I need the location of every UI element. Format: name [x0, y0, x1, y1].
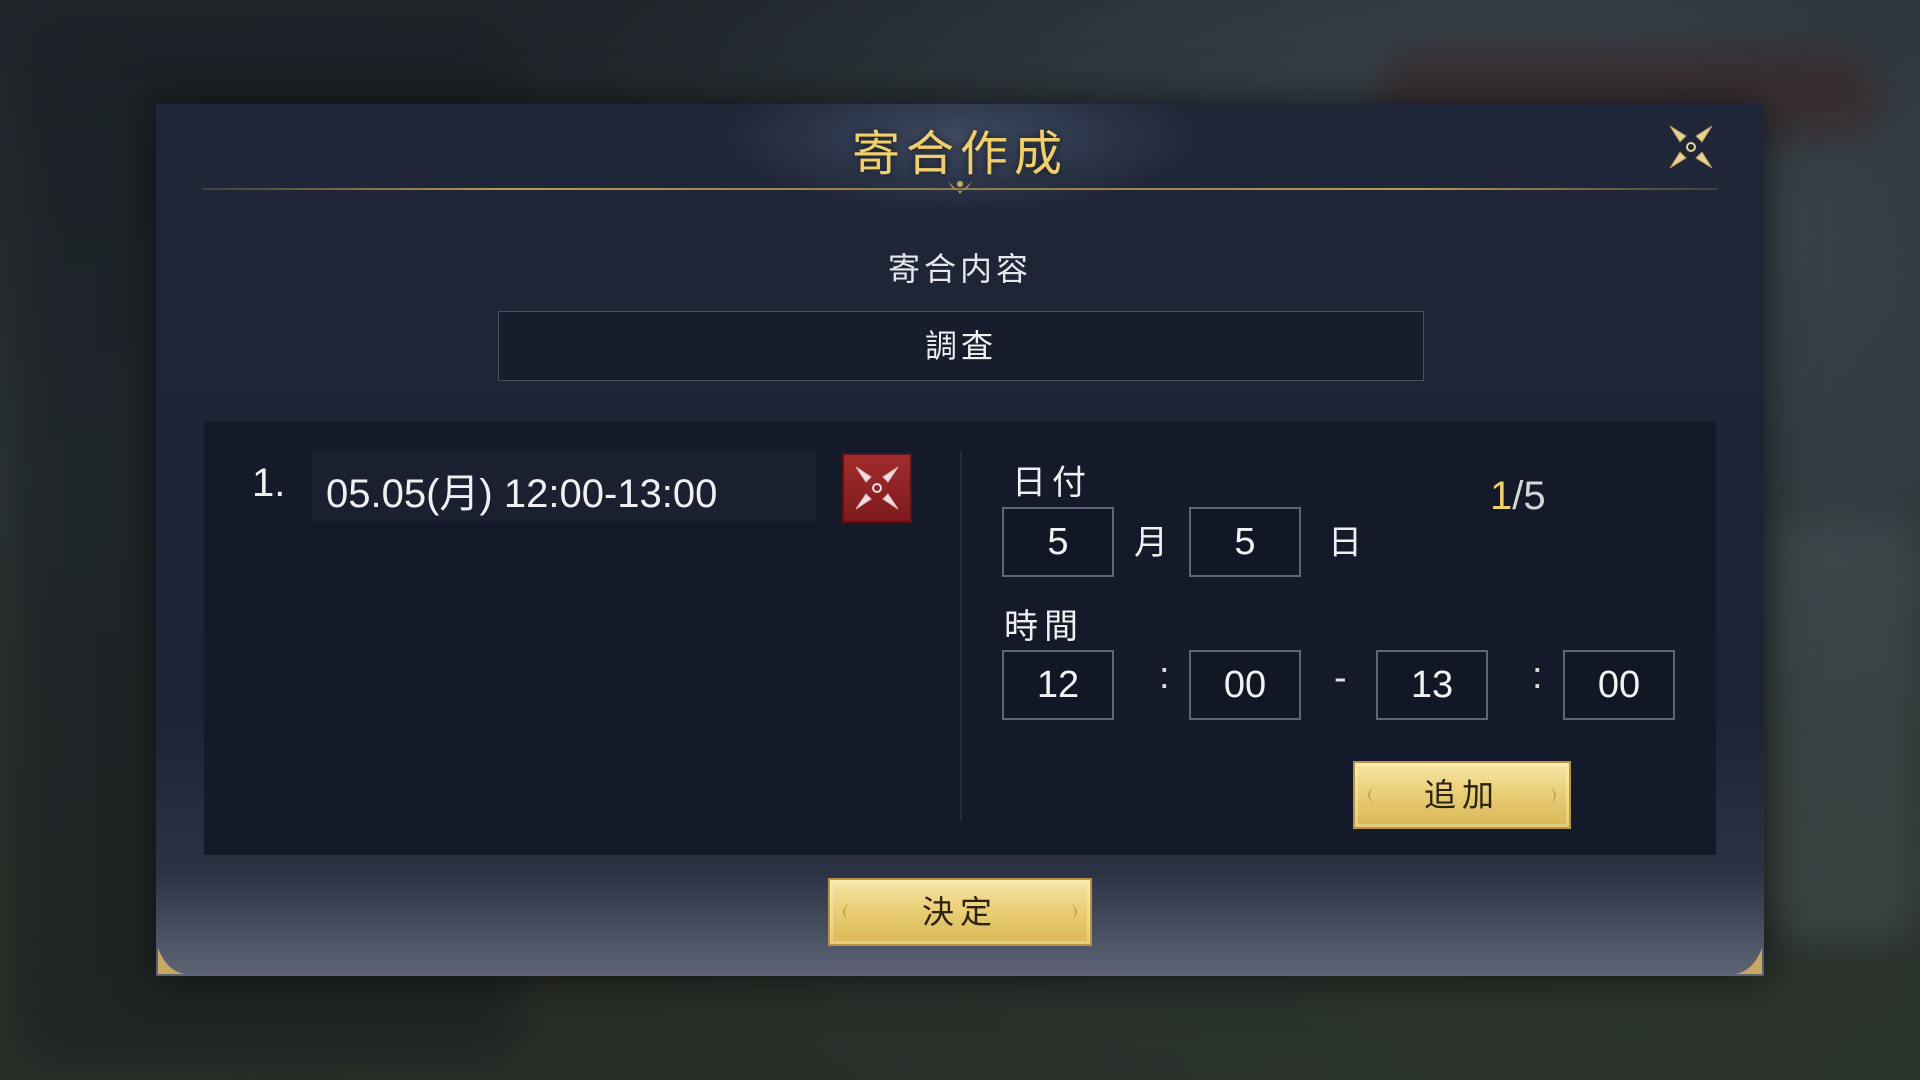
- end-hour-field[interactable]: 13: [1376, 650, 1488, 720]
- date-label: 日付: [1012, 463, 1092, 503]
- start-minute-field[interactable]: 00: [1189, 650, 1301, 720]
- content-input[interactable]: 調査: [498, 311, 1424, 381]
- month-unit: 月: [1134, 523, 1174, 563]
- content-label: 寄合内容: [887, 250, 1032, 288]
- entry-datetime: 05.05(月) 12:00-13:00: [326, 472, 718, 516]
- confirm-button[interactable]: 決定: [828, 878, 1092, 946]
- delete-icon: [855, 466, 899, 510]
- corner-ornament-icon: [158, 948, 184, 974]
- entry-index: 1.: [252, 461, 286, 505]
- time-colon-2: :: [1532, 655, 1543, 697]
- close-icon[interactable]: [1666, 122, 1716, 172]
- start-hour-field[interactable]: 12: [1002, 650, 1114, 720]
- panel-divider: [960, 451, 962, 821]
- confirm-button-label: 決定: [921, 893, 998, 931]
- counter-current: 1: [1490, 474, 1513, 518]
- corner-ornament-icon: [1736, 948, 1762, 974]
- meeting-create-dialog: 寄合作成 寄合内容 調査 1. 05.05(月) 12:00-13:00 日付 …: [156, 104, 1764, 976]
- button-ornament-right-icon: [1551, 787, 1556, 803]
- time-range-dash: -: [1334, 657, 1347, 699]
- button-ornament-left-icon: [843, 904, 848, 920]
- delete-entry-button[interactable]: [842, 453, 912, 523]
- counter-max: 5: [1523, 474, 1546, 518]
- button-ornament-right-icon: [1072, 904, 1077, 920]
- day-field[interactable]: 5: [1189, 507, 1301, 577]
- end-minute-field[interactable]: 00: [1563, 650, 1675, 720]
- dialog-title: 寄合作成: [851, 126, 1068, 182]
- ornament-icon: [948, 181, 972, 194]
- counter-separator: /: [1512, 474, 1524, 518]
- entry-counter: 1/5: [1490, 474, 1546, 519]
- time-label: 時間: [1004, 607, 1084, 647]
- month-field[interactable]: 5: [1002, 507, 1114, 577]
- add-button[interactable]: 追加: [1353, 761, 1571, 829]
- day-unit: 日: [1328, 523, 1368, 563]
- add-button-label: 追加: [1423, 776, 1500, 814]
- time-colon-1: :: [1159, 655, 1170, 697]
- button-ornament-left-icon: [1368, 787, 1373, 803]
